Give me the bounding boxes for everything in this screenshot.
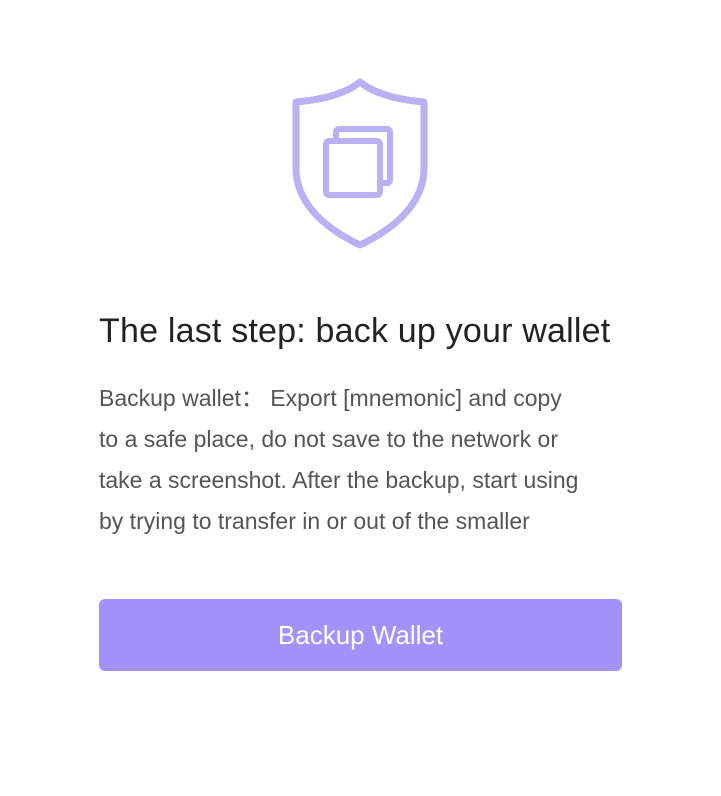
page-title: The last step: back up your wallet: [99, 312, 611, 350]
backup-description: Backup wallet： Export [mnemonic] and cop…: [99, 385, 579, 534]
backup-wallet-button[interactable]: Backup Wallet: [99, 599, 622, 671]
shield-copy-icon: [291, 78, 429, 250]
backup-wallet-screen: The last step: back up your wallet Backu…: [0, 0, 721, 796]
